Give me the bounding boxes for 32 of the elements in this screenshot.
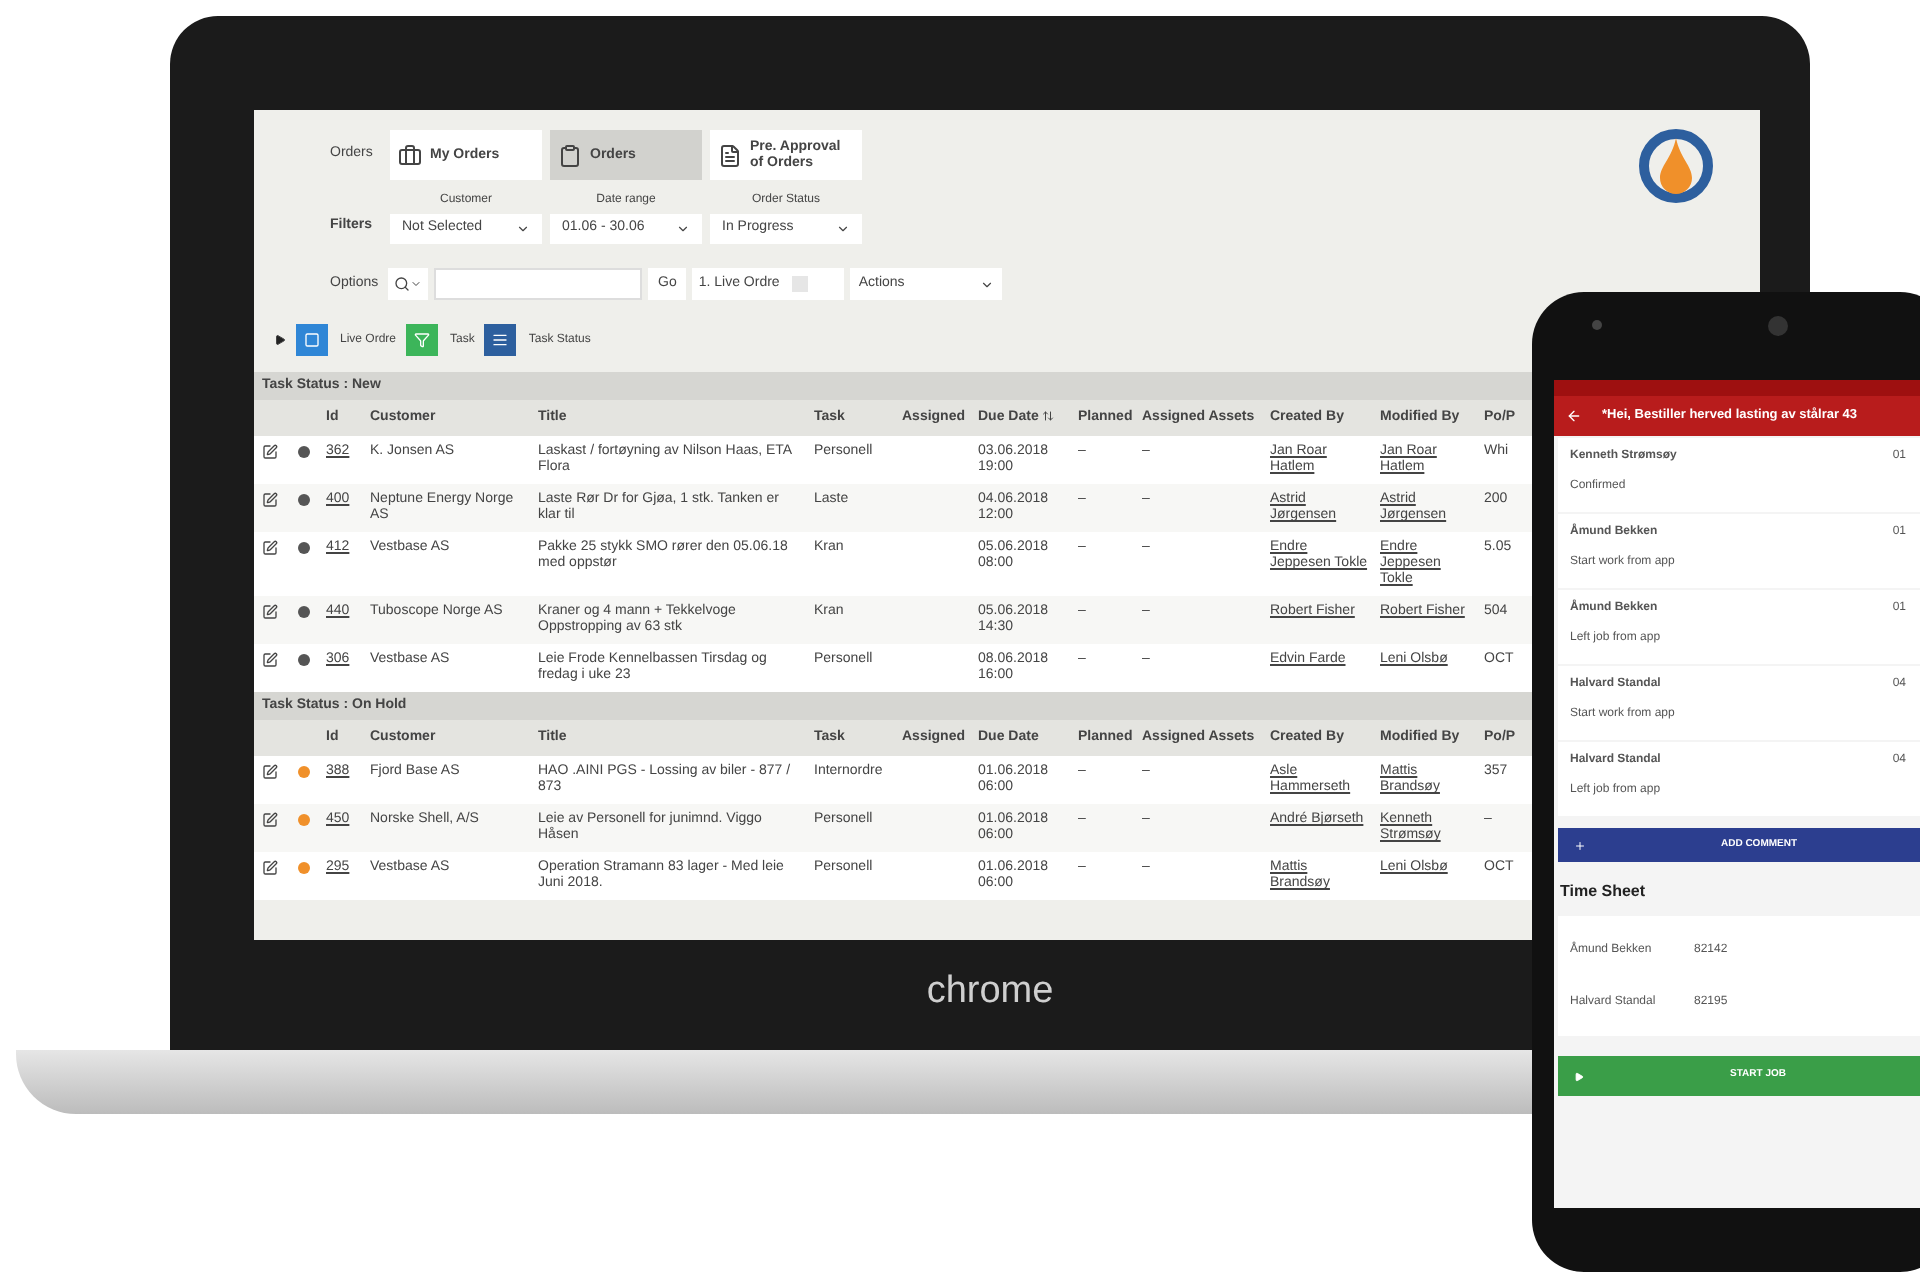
edit-icon[interactable] bbox=[262, 444, 278, 460]
edit-icon[interactable] bbox=[262, 860, 278, 876]
caret-icon bbox=[836, 222, 850, 236]
list-icon bbox=[484, 324, 517, 356]
phone-sensor-icon bbox=[1592, 320, 1602, 330]
edit-icon[interactable] bbox=[262, 604, 278, 620]
edit-icon[interactable] bbox=[262, 812, 278, 828]
plus-icon bbox=[1574, 839, 1586, 851]
search-type-button[interactable] bbox=[388, 268, 428, 300]
timesheet-title: Time Sheet bbox=[1558, 880, 1648, 904]
caret-icon bbox=[516, 222, 530, 236]
search-icon bbox=[394, 276, 410, 292]
tab-icon bbox=[718, 143, 742, 167]
caret-icon bbox=[410, 278, 422, 290]
back-icon[interactable] bbox=[1566, 408, 1582, 424]
count-box bbox=[791, 276, 808, 292]
tab-icon bbox=[558, 143, 582, 167]
filter-icon bbox=[406, 324, 439, 356]
sort-icon[interactable] bbox=[1042, 409, 1055, 422]
tab-icon bbox=[398, 143, 422, 167]
search-field[interactable] bbox=[434, 268, 642, 300]
edit-icon[interactable] bbox=[262, 540, 278, 556]
caret-icon bbox=[980, 277, 995, 291]
edit-icon[interactable] bbox=[262, 652, 278, 668]
phone-camera-icon bbox=[1768, 316, 1788, 336]
play-icon[interactable] bbox=[274, 334, 286, 346]
edit-icon[interactable] bbox=[262, 764, 278, 780]
caret-icon bbox=[676, 222, 690, 236]
play-icon bbox=[1574, 1071, 1584, 1081]
live-order-icon bbox=[296, 324, 328, 356]
edit-icon[interactable] bbox=[262, 492, 278, 508]
laptop-brand: chrome bbox=[926, 968, 1054, 1016]
